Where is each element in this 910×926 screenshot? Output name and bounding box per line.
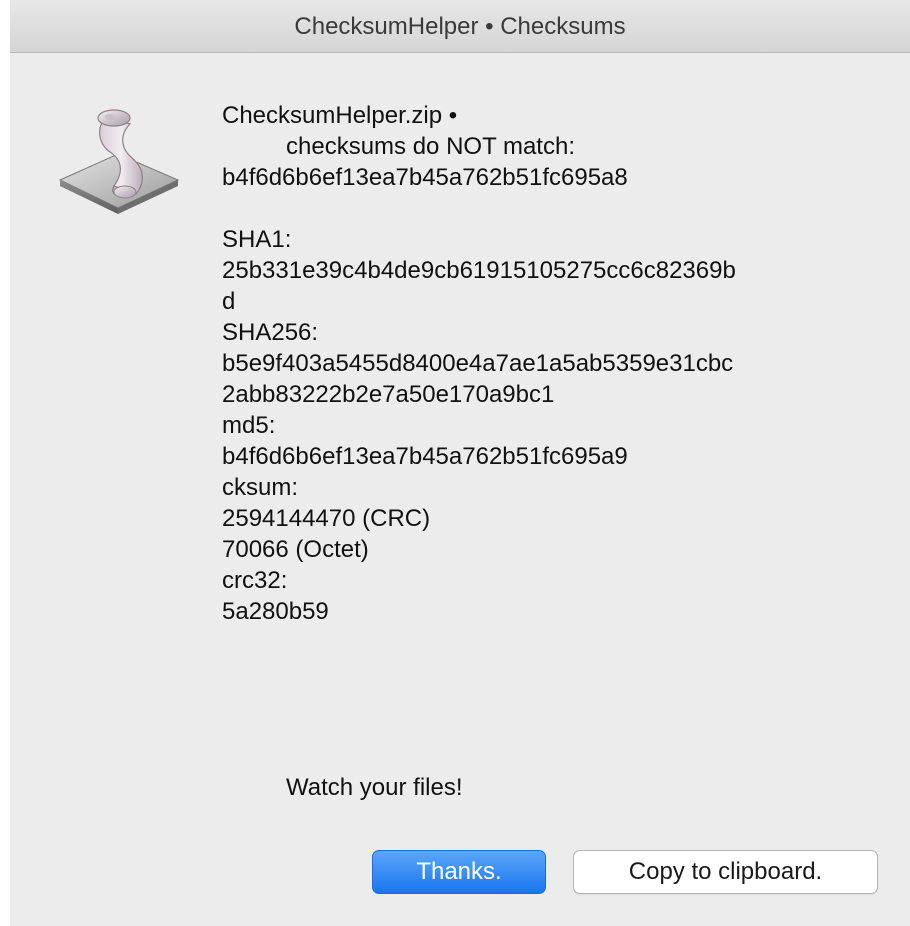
sha1-value-line-1: 25b331e39c4b4de9cb61915105275cc6c82369b: [222, 257, 736, 284]
window-title: ChecksumHelper • Checksums: [294, 13, 626, 40]
crc32-label: crc32:: [222, 567, 288, 594]
cksum-label: cksum:: [222, 474, 299, 501]
script-scroll-icon: [58, 109, 180, 214]
sha1-label: SHA1:: [222, 226, 292, 253]
md5-label: md5:: [222, 412, 276, 439]
thanks-button[interactable]: Thanks.: [372, 850, 546, 894]
dialog-window: ChecksumHelper • Checksums ChecksumHelpe…: [10, 0, 910, 926]
copy-to-clipboard-button[interactable]: Copy to clipboard.: [573, 850, 878, 894]
checksum-message: ChecksumHelper.zip • checksums do NOT ma…: [222, 100, 902, 627]
match-status-line: checksums do NOT match:: [286, 133, 575, 160]
sha256-value-line-2: 2abb83222b2e7a50e170a9bc1: [222, 381, 555, 408]
footer-note: Watch your files!: [286, 774, 463, 801]
md5-value: b4f6d6b6ef13ea7b45a762b51fc695a9: [222, 443, 628, 470]
crc32-value: 5a280b59: [222, 598, 329, 625]
file-name-line: ChecksumHelper.zip •: [222, 102, 458, 129]
expected-hash: b4f6d6b6ef13ea7b45a762b51fc695a8: [222, 164, 628, 191]
title-bar[interactable]: ChecksumHelper • Checksums: [10, 0, 910, 53]
cksum-crc-value: 2594144470 (CRC): [222, 505, 431, 532]
sha1-value-line-2: d: [222, 288, 236, 315]
sha256-label: SHA256:: [222, 319, 319, 346]
cksum-octet-value: 70066 (Octet): [222, 536, 369, 563]
sha256-value-line-1: b5e9f403a5455d8400e4a7ae1a5ab5359e31cbc: [222, 350, 734, 377]
